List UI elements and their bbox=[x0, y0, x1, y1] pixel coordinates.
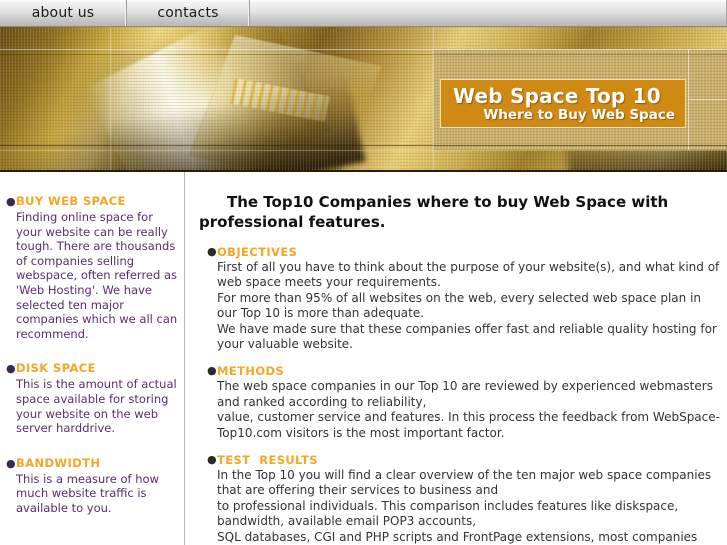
sidebar-item-disk-space[interactable]: ● DISK SPACE This is the amount of actua… bbox=[0, 361, 178, 435]
banner-vertical-rule-right bbox=[433, 27, 434, 170]
section-objectives-text: First of all you have to think about the… bbox=[217, 260, 720, 352]
page-title: The Top10 Companies where to buy Web Spa… bbox=[199, 193, 669, 231]
section-objectives: ● OBJECTIVES First of all you have to th… bbox=[199, 244, 723, 352]
section-methods-text: The web space companies in our Top 10 ar… bbox=[217, 379, 720, 440]
nav-tab-about-us-label: about us bbox=[31, 5, 95, 21]
site-title: Web Space Top 10 bbox=[453, 84, 661, 108]
main-column: The Top10 Companies where to buy Web Spa… bbox=[185, 172, 727, 545]
top-navigation-bar: about us contacts bbox=[0, 0, 727, 27]
sidebar-item-buy-web-space-text: Finding online space for your website ca… bbox=[16, 210, 178, 341]
section-test-results: ● TEST RESULTS In the Top 10 you will fi… bbox=[199, 452, 723, 545]
sidebar-item-buy-web-space-heading: BUY WEB SPACE bbox=[16, 194, 126, 208]
bullet-icon: ● bbox=[6, 362, 16, 376]
bullet-icon: ● bbox=[6, 456, 16, 470]
bullet-icon: ● bbox=[207, 245, 217, 258]
section-test-results-heading: TEST RESULTS bbox=[217, 453, 318, 468]
section-test-results-text: In the Top 10 you will find a clear over… bbox=[217, 468, 712, 544]
sidebar-item-disk-space-heading: DISK SPACE bbox=[16, 361, 96, 376]
nav-tab-contacts[interactable]: contacts bbox=[127, 0, 250, 26]
section-methods-heading: METHODS bbox=[217, 364, 285, 379]
sidebar-item-disk-space-text: This is the amount of actual space avail… bbox=[16, 377, 177, 436]
site-title-box: Web Space Top 10 Where to Buy Web Space bbox=[440, 79, 686, 128]
sidebar-item-bandwidth[interactable]: ● BANDWIDTH This is a measure of how muc… bbox=[0, 456, 178, 516]
header-banner: Web Space Top 10 Where to Buy Web Space bbox=[0, 27, 727, 172]
site-subtitle: Where to Buy Web Space bbox=[483, 107, 675, 123]
section-methods: ● METHODS The web space companies in our… bbox=[199, 363, 723, 441]
sidebar-item-buy-web-space[interactable]: ● BUY WEB SPACE Finding online space for… bbox=[0, 194, 178, 341]
section-objectives-heading: OBJECTIVES bbox=[217, 245, 298, 259]
bullet-icon: ● bbox=[207, 364, 217, 378]
sidebar-item-bandwidth-text: This is a measure of how much website tr… bbox=[16, 471, 159, 515]
nav-empty-area bbox=[250, 0, 727, 26]
nav-tab-about-us[interactable]: about us bbox=[0, 0, 127, 26]
sidebar: ● BUY WEB SPACE Finding online space for… bbox=[0, 172, 185, 545]
bullet-icon: ● bbox=[207, 453, 217, 467]
bullet-icon: ● bbox=[6, 195, 16, 208]
sidebar-item-bandwidth-heading: BANDWIDTH bbox=[16, 455, 101, 470]
nav-tab-contacts-label: contacts bbox=[157, 5, 219, 21]
page-content: ● BUY WEB SPACE Finding online space for… bbox=[0, 172, 727, 545]
banner-right-panel-divider-horizontal bbox=[689, 99, 727, 100]
banner-vertical-rule-left bbox=[110, 27, 111, 170]
